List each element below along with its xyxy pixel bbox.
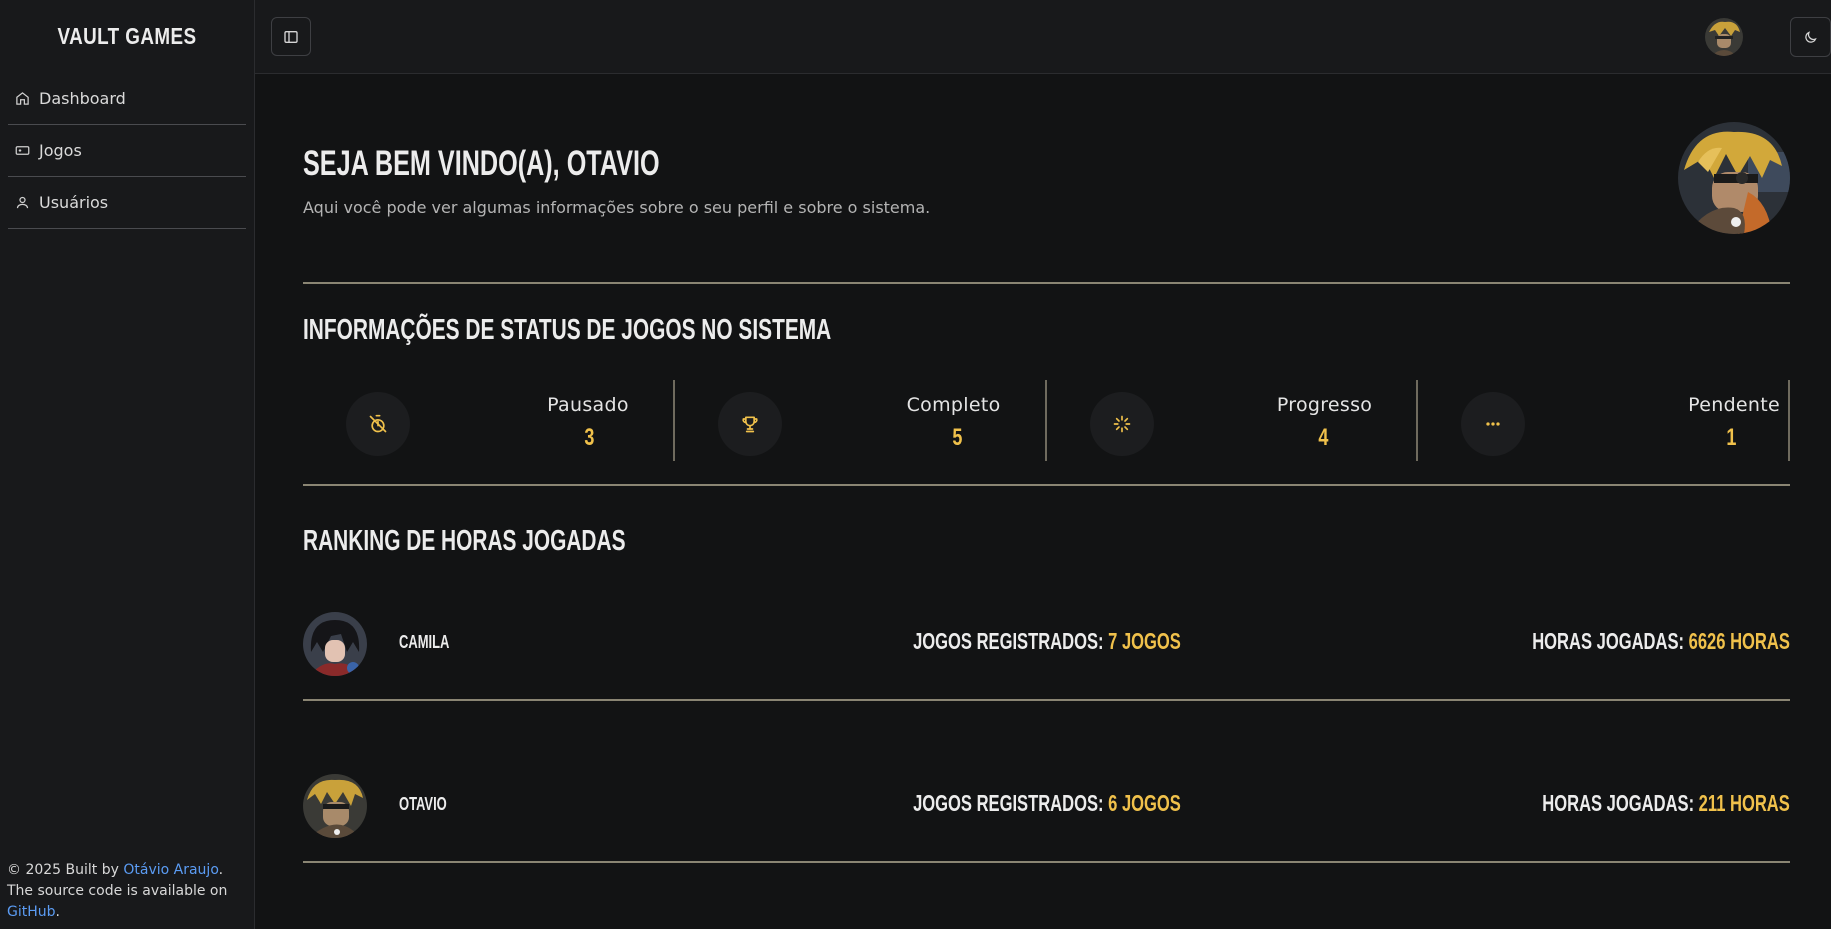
- divider: [303, 282, 1790, 284]
- stat-value-wrap: 5: [801, 424, 1001, 452]
- sidebar-item-label: Usuários: [39, 193, 109, 212]
- games-label: JOGOS REGISTRADOS:: [912, 790, 1104, 816]
- ranking-hours: HORAS JOGADAS: 211 HORAS: [1446, 790, 1790, 817]
- games-value: 7 JOGOS: [1107, 628, 1181, 654]
- stat-card-pendente: Pendente 1: [1418, 380, 1790, 461]
- games-label: JOGOS REGISTRADOS:: [912, 628, 1104, 654]
- github-link[interactable]: GitHub: [7, 904, 56, 920]
- stat-value-wrap: 3: [429, 424, 629, 452]
- ranking-section-title: RANKING DE HORAS JOGADAS: [303, 525, 626, 557]
- stat-value: 3: [584, 424, 595, 451]
- topbar: [255, 0, 1831, 74]
- status-section-title: INFORMAÇÕES DE STATUS DE JOGOS NO SISTEM…: [303, 314, 832, 346]
- hours-label: HORAS JOGADAS:: [1532, 628, 1685, 654]
- sidebar-toggle-button[interactable]: [271, 17, 311, 56]
- footer-prefix: © 2025 Built by: [7, 862, 124, 878]
- ellipsis-icon: [1461, 392, 1526, 456]
- moon-icon: [1805, 30, 1817, 43]
- gamepad-icon: [15, 143, 31, 159]
- hours-value: 6626 HORAS: [1688, 628, 1790, 654]
- hours-label: HORAS JOGADAS:: [1542, 790, 1695, 816]
- sidebar-item-jogos[interactable]: Jogos: [8, 125, 246, 177]
- page-subtitle: Aqui você pode ver algumas informações s…: [303, 198, 931, 217]
- stat-value-wrap: 1: [1580, 424, 1780, 452]
- stat-value: 5: [952, 424, 963, 451]
- stat-label: Progresso: [1276, 394, 1373, 416]
- sidebar-item-label: Jogos: [39, 141, 82, 160]
- sidebar-item-dashboard[interactable]: Dashboard: [8, 73, 246, 125]
- stat-label: Pausado: [547, 394, 629, 416]
- trophy-icon: [717, 392, 782, 456]
- sidebar: VAULT GAMES Dashboard Jogos Usuários © 2…: [0, 0, 255, 929]
- user-icon: [15, 195, 31, 211]
- home-icon: [15, 91, 31, 107]
- author-link[interactable]: Otávio Araujo: [123, 862, 218, 878]
- stat-value: 1: [1725, 424, 1736, 451]
- games-info: JOGOS REGISTRADOS: 7 JOGOS: [913, 628, 1181, 655]
- sidebar-footer: © 2025 Built by Otávio Araujo. The sourc…: [7, 860, 247, 923]
- profile-avatar[interactable]: [1678, 122, 1790, 234]
- divider: [303, 699, 1790, 701]
- loader-icon: [1089, 392, 1154, 456]
- ranking-row: OTAVIO JOGOS REGISTRADOS: 6 JOGOS HORAS …: [303, 774, 1790, 838]
- hours-value: 211 HORAS: [1698, 790, 1790, 816]
- stat-card-completo: Completo 5: [675, 380, 1047, 461]
- avatar[interactable]: [1705, 18, 1743, 56]
- status-stats: Pausado 3 Completo 5 Progresso 4 Pendent…: [303, 380, 1790, 461]
- hours-info: HORAS JOGADAS: 211 HORAS: [1542, 790, 1790, 817]
- stat-label: Pendente: [1688, 394, 1780, 416]
- stat-label: Completo: [906, 394, 1001, 416]
- divider: [303, 484, 1790, 486]
- sidebar-toggle-icon: [284, 30, 298, 43]
- ranking-row: CAMILA JOGOS REGISTRADOS: 7 JOGOS HORAS …: [303, 612, 1790, 676]
- stat-value: 4: [1318, 424, 1329, 451]
- page-title: SEJA BEM VINDO(A), OTAVIO: [303, 144, 660, 183]
- footer-suffix: .: [55, 904, 60, 920]
- sidebar-item-label: Dashboard: [39, 89, 126, 108]
- stat-card-progresso: Progresso 4: [1047, 380, 1419, 461]
- ranking-hours: HORAS JOGADAS: 6626 HORAS: [1432, 628, 1790, 655]
- timer-off-icon: [346, 392, 410, 456]
- sidebar-item-usuarios[interactable]: Usuários: [8, 177, 246, 229]
- theme-toggle-button[interactable]: [1790, 17, 1831, 57]
- games-info: JOGOS REGISTRADOS: 6 JOGOS: [913, 790, 1181, 817]
- stat-card-pausado: Pausado 3: [303, 380, 675, 461]
- brand-logo[interactable]: VAULT GAMES: [23, 0, 231, 73]
- sidebar-nav: Dashboard Jogos Usuários: [0, 73, 254, 229]
- divider: [303, 861, 1790, 863]
- games-value: 6 JOGOS: [1107, 790, 1181, 816]
- stat-value-wrap: 4: [1172, 424, 1372, 452]
- hours-info: HORAS JOGADAS: 6626 HORAS: [1532, 628, 1790, 655]
